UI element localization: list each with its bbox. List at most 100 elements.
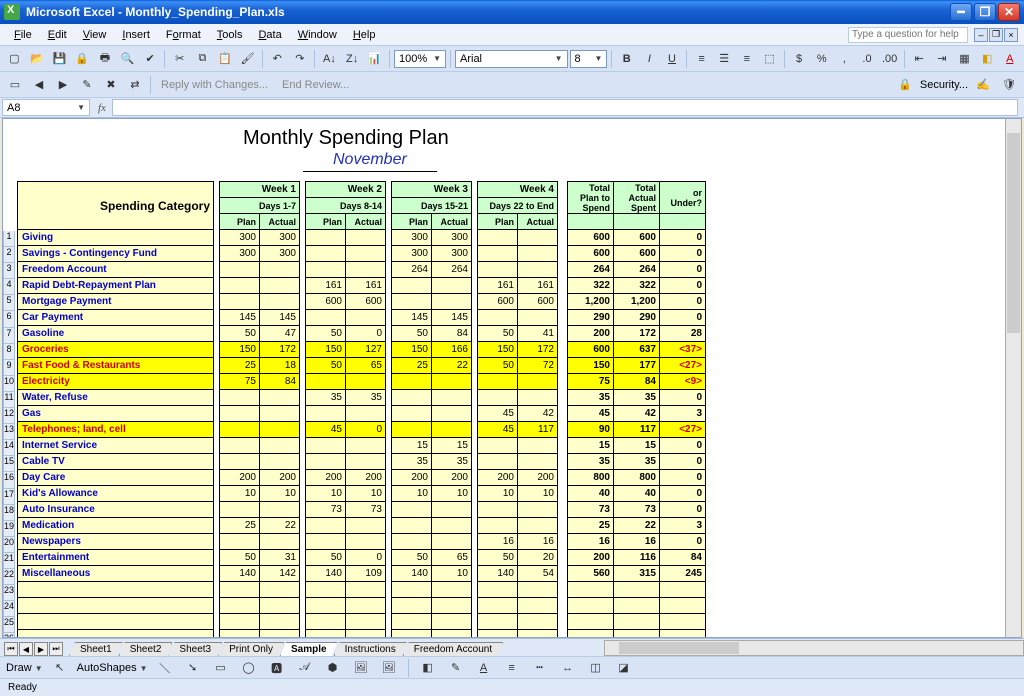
total-cell[interactable]: 600 [568,342,614,358]
print-icon[interactable]: 🖶 [95,48,116,70]
plan-cell[interactable]: 145 [220,310,260,326]
table-row[interactable] [18,630,706,639]
row-header[interactable]: 26 [3,633,15,638]
total-cell[interactable]: 16 [614,534,660,550]
actual-cell[interactable]: 172 [518,342,558,358]
actual-cell[interactable] [260,614,300,630]
plan-cell[interactable] [220,598,260,614]
actual-cell[interactable]: 161 [518,278,558,294]
category-cell[interactable]: Cable TV [18,454,214,470]
plan-cell[interactable] [392,630,432,639]
actual-cell[interactable] [518,502,558,518]
plan-cell[interactable] [306,534,346,550]
row-header[interactable]: 15 [3,456,15,472]
oval-icon[interactable]: ◯ [238,657,260,679]
table-row[interactable]: Fast Food & Restaurants25185065252250721… [18,358,706,374]
row-header[interactable]: 4 [3,279,15,295]
plan-cell[interactable] [306,406,346,422]
actual-cell[interactable]: 10 [260,486,300,502]
actual-cell[interactable] [260,438,300,454]
plan-cell[interactable]: 15 [392,438,432,454]
total-cell[interactable] [660,614,706,630]
plan-cell[interactable] [306,630,346,639]
actual-cell[interactable] [346,534,386,550]
actual-cell[interactable]: 35 [346,390,386,406]
fill-color-icon[interactable]: ◧ [977,48,998,70]
actual-cell[interactable] [518,438,558,454]
plan-cell[interactable]: 35 [392,454,432,470]
font-size-select[interactable]: 8▼ [570,50,608,68]
font-color2-icon[interactable]: A [473,657,495,679]
wordart-icon[interactable]: 𝒜 [294,657,316,679]
actual-cell[interactable] [346,230,386,246]
line-color-icon[interactable]: ✎ [445,657,467,679]
plan-cell[interactable] [478,614,518,630]
plan-cell[interactable]: 25 [220,358,260,374]
maximize-button[interactable]: ❐ [974,3,996,21]
line-icon[interactable]: ＼ [154,657,176,679]
total-cell[interactable] [568,630,614,639]
row-header[interactable]: 22 [3,569,15,585]
doc-restore-button[interactable]: ❐ [989,28,1003,42]
show-icon[interactable]: ▭ [4,74,26,96]
actual-cell[interactable] [432,502,472,518]
total-cell[interactable]: 600 [614,246,660,262]
table-row[interactable]: Giving3003003003006006000 [18,230,706,246]
actual-cell[interactable]: 300 [432,246,472,262]
open-icon[interactable]: 📂 [27,48,48,70]
plan-cell[interactable] [478,246,518,262]
total-cell[interactable]: 45 [568,406,614,422]
select-objects-icon[interactable]: ↖ [49,657,71,679]
security-icon[interactable]: 🔒 [894,74,916,96]
total-cell[interactable]: 90 [568,422,614,438]
plan-cell[interactable]: 145 [392,310,432,326]
table-row[interactable]: Internet Service151515150 [18,438,706,454]
plan-cell[interactable] [478,502,518,518]
3d-icon[interactable]: ◪ [613,657,635,679]
plan-cell[interactable] [220,422,260,438]
actual-cell[interactable]: 200 [432,470,472,486]
total-cell[interactable]: 40 [568,486,614,502]
total-cell[interactable] [614,598,660,614]
total-cell[interactable]: 322 [614,278,660,294]
plan-cell[interactable]: 50 [478,326,518,342]
actual-cell[interactable] [518,230,558,246]
plan-cell[interactable]: 45 [478,406,518,422]
shadow-icon[interactable]: ◫ [585,657,607,679]
plan-cell[interactable] [220,390,260,406]
menu-window[interactable]: Window [290,27,345,43]
actual-cell[interactable] [518,454,558,470]
total-cell[interactable]: 600 [568,246,614,262]
plan-cell[interactable] [478,374,518,390]
undo-icon[interactable]: ↶ [267,48,288,70]
total-cell[interactable]: 1,200 [568,294,614,310]
table-row[interactable]: Entertainment50315005065502020011684 [18,550,706,566]
actual-cell[interactable] [346,374,386,390]
actual-cell[interactable] [260,534,300,550]
table-row[interactable]: Electricity75847584<9> [18,374,706,390]
actual-cell[interactable]: 15 [432,438,472,454]
align-right-icon[interactable]: ≡ [737,48,758,70]
actual-cell[interactable] [518,598,558,614]
actual-cell[interactable] [432,534,472,550]
table-row[interactable]: Miscellaneous140142140109140101405456031… [18,566,706,582]
actual-cell[interactable]: 73 [346,502,386,518]
total-cell[interactable]: 600 [614,230,660,246]
actual-cell[interactable] [518,582,558,598]
plan-cell[interactable]: 140 [392,566,432,582]
total-cell[interactable]: 116 [614,550,660,566]
plan-cell[interactable] [478,230,518,246]
category-cell[interactable] [18,614,214,630]
plan-cell[interactable] [306,230,346,246]
row-header[interactable]: 3 [3,263,15,279]
plan-cell[interactable] [392,582,432,598]
sign-icon[interactable]: ✍ [972,74,994,96]
category-cell[interactable]: Mortgage Payment [18,294,214,310]
actual-cell[interactable]: 47 [260,326,300,342]
actual-cell[interactable]: 172 [260,342,300,358]
row-header[interactable]: 25 [3,617,15,633]
category-cell[interactable]: Auto Insurance [18,502,214,518]
actual-cell[interactable] [346,582,386,598]
category-cell[interactable] [18,598,214,614]
table-row[interactable] [18,614,706,630]
